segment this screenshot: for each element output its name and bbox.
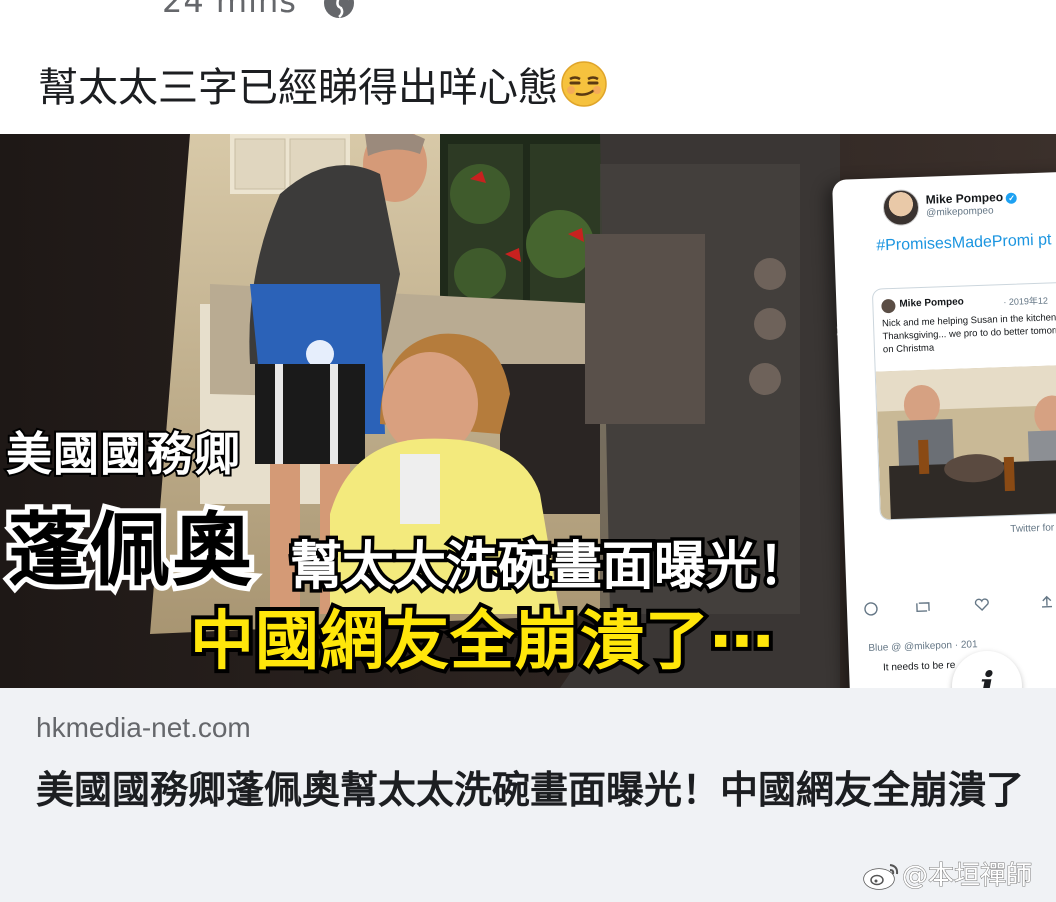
overlay-headline-line3: 幫太太洗碗畫面曝光！ [286, 534, 813, 601]
quoted-tweet-photo [875, 364, 1056, 521]
quoted-tweet-text: Nick and me helping Susan in the kitchen… [881, 312, 1056, 356]
globe-icon [324, 0, 354, 18]
like-icon [974, 598, 989, 612]
watermark-text: @本垣禪師 [901, 861, 1033, 892]
tweet-hashtag: #PromisesMadePromi pt [876, 231, 1052, 255]
quoted-tweet-name: Mike Pompeo [899, 296, 964, 310]
link-title[interactable]: 美國國務卿蓬佩奧幫太太洗碗畫面曝光！中國網友全崩潰了 [36, 766, 1036, 814]
quoted-tweet: Mike Pompeo · 2019年12 Nick and me helpin… [871, 281, 1056, 521]
embedded-tweet: Mike Pompeo ✓ @mikepompeo #PromisesMadePr… [832, 171, 1056, 700]
quoted-tweet-date: · 2019年12 [1003, 295, 1049, 308]
post-time[interactable]: 24 mins [162, 0, 297, 20]
reply-icon [864, 602, 878, 616]
overlay-headline-name: 蓬佩奧 [3, 499, 257, 602]
quoted-tweet-avatar [881, 298, 896, 314]
tweet-actions [864, 595, 1053, 616]
watermark: @本垣禪師 [862, 858, 1033, 894]
tweet-source: Twitter for [1010, 522, 1055, 535]
tweet-avatar [882, 188, 920, 227]
tweet-author-handle: @mikepompeo [926, 205, 994, 219]
verified-badge-icon: ✓ [1005, 192, 1018, 204]
weibo-logo [863, 864, 899, 890]
caption-text: 幫太太三字已經睇得出咩心態 [38, 65, 558, 111]
retweet-icon [916, 602, 930, 613]
link-domain[interactable]: hkmedia-net.com [36, 712, 251, 744]
reply-tweet-header: Blue @ @mikepon · 201 [868, 639, 978, 655]
tweet-author-name: Mike Pompeo ✓ [926, 190, 1018, 207]
overlay-headline-line4: 中國網友全崩潰了⋯ [186, 601, 778, 683]
share-icon [1042, 595, 1053, 608]
post-caption: 幫太太三字已經睇得出咩心態 [38, 60, 608, 113]
overlay-headline-line1: 美國國務卿 [4, 425, 242, 483]
reply-tweet-text: It needs to be re [882, 659, 956, 674]
smirking-face-emoji [561, 61, 607, 107]
